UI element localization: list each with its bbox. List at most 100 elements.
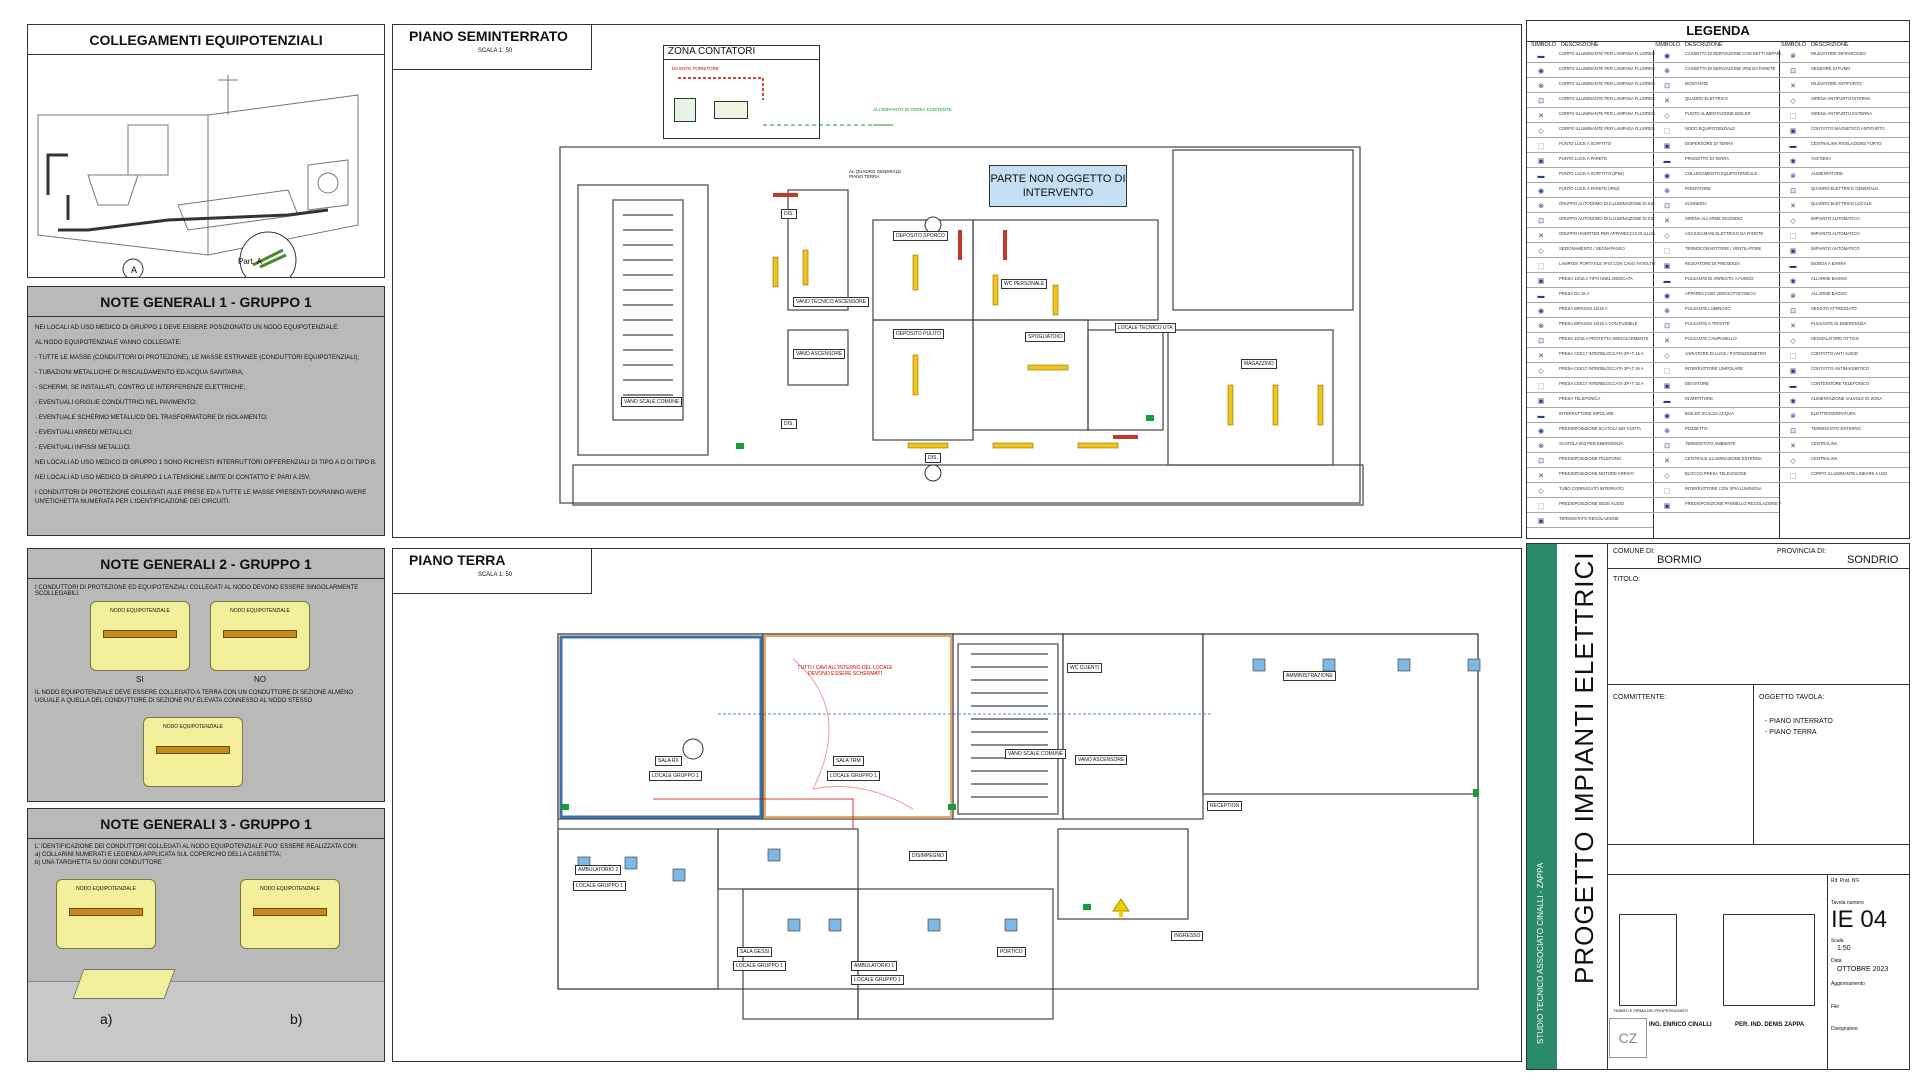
legend-row: ▣ PRESA 10/16 A TIPO UNEL DEDICATA [1527, 275, 1653, 288]
room-label: WC PERSONALE [1001, 279, 1048, 289]
note3-text: L' IDENTIFICAZIONE DEI CONDUTTORI COLLEG… [35, 843, 378, 867]
legend-symbol-icon: ✕ [1790, 83, 1796, 90]
legend-symbol-icon: ◇ [1538, 128, 1544, 135]
disegnatore-label: Disegnatore [1831, 1026, 1858, 1032]
legend-row: ▬ PROGETTO DI TERRA [1653, 155, 1779, 168]
legend-description: IMPIANTO AUTOMATICO [1811, 216, 1860, 221]
legend-row: ⊗ PULSANTE LUMINOSO [1653, 305, 1779, 318]
legend-symbol-icon: ▣ [1663, 263, 1671, 270]
legend-row: ◇ CENTRALINA [1779, 455, 1909, 468]
legend-symbol-icon: ⬚ [1663, 128, 1671, 135]
legend-description: PRESA DA 16 A [1559, 291, 1590, 296]
legend-row: ◇ TUBO CORRUGATO INTERRATO [1527, 485, 1653, 498]
legend-description: CASSETTA DI DERIVAZIONE CON SETTI SEPARA… [1685, 51, 1781, 56]
legend-row: ◉ COLLEGAMENTO EQUIPOTENZIALE [1653, 170, 1779, 183]
legend-symbol-icon: ⊗ [1790, 413, 1796, 420]
legend-symbol-icon: ◉ [1789, 278, 1797, 285]
legend-col-description: DESCRIZIONE [1811, 42, 1849, 48]
legend-description: INTERRUTTORE BIPOLARE [1559, 411, 1614, 416]
ground-plan-panel: PIANO TERRA SCALA 1: 50 TUTTI I CAVI ALL… [392, 548, 1522, 1062]
legend-symbol-icon: ▣ [1789, 368, 1797, 375]
legend-description: IMPIANTO AUTOMATICO [1811, 246, 1860, 251]
legend-description: TERMOSTATO AMBIENTE [1685, 441, 1736, 446]
notes-3-panel: NOTE GENERALI 3 - GRUPPO 1 L' IDENTIFICA… [27, 808, 385, 1062]
to-main-panel-label: AL QUADRO GENERALE PIANO TERRA [849, 169, 902, 179]
legend-row: ⊗ ELETTROSERRATURA [1779, 410, 1909, 423]
titolo-label: TITOLO: [1613, 576, 1641, 583]
node-label: NODO EQUIPOTENZIALE [110, 608, 170, 614]
legend-row: ◇ BLOCCO PRESA TELEVISIONE [1653, 470, 1779, 483]
legend-description: SUONERIA [1685, 201, 1707, 206]
legend-row: ⊗ CORPO ILLUMINANTE PER LAMPADA FLUORESCE… [1527, 80, 1655, 93]
room-label: SALA RX [655, 756, 682, 766]
legend-row: ◇ PRESA CEE17 INTERBLOCCATA 3P+T 16 A [1527, 365, 1653, 378]
legend-column-1: ▬ CORPO ILLUMINANTE PER LAMPADA FLUORESCE… [1527, 50, 1655, 538]
legend-symbol-icon: ◇ [1664, 233, 1670, 240]
legend-row: ⬚ CORPO ILLUMINANTE LINEARE A LED [1779, 470, 1909, 483]
legend-symbol-icon: ⬚ [1663, 488, 1671, 495]
legend-symbol-icon: ◉ [1663, 293, 1671, 300]
legend-row: ⬚ NODO EQUIPOTENZIALE [1653, 125, 1779, 138]
legend-row: ▬ CONTENITORE TELEFONICO [1779, 380, 1909, 393]
legend-col-description: DESCRIZIONE [1685, 42, 1723, 48]
legend-symbol-icon: ▬ [1537, 412, 1545, 420]
legend-description: CORPO ILLUMINANTE PER LAMPADA FLUORESCEN… [1559, 111, 1655, 116]
legend-description: CENTRALINA RIVELAZIONE FURTO [1811, 141, 1882, 146]
legend-row: ◇ CORPO ILLUMINANTE PER LAMPADA FLUORESCE… [1527, 125, 1655, 138]
legend-description: SENSORE DI FUMO [1811, 66, 1851, 71]
legend-symbol-icon: ✕ [1538, 353, 1544, 360]
legend-symbol-icon: ▣ [1537, 158, 1545, 165]
legend-row: ▣ RILEVATORE DI PRESENZA [1653, 260, 1779, 273]
legend-description: PULSANTE DI ARRESTO A FUNGO [1685, 276, 1754, 281]
studio-stripe: STUDIO TECNICO ASSOCIATO CINALLI - ZAPPA [1527, 544, 1557, 1069]
legend-symbol-icon: ▣ [1789, 248, 1797, 255]
legend-panel: LEGENDA SIMBOLO DESCRIZIONE SIMBOLO DESC… [1526, 20, 1910, 539]
legend-row: ▣ TERMOSTATO REGOLAZIONE [1527, 515, 1653, 528]
equipotential-title: COLLEGAMENTI EQUIPOTENZIALI [28, 25, 384, 55]
legend-symbol-icon: ⊗ [1664, 68, 1670, 75]
legend-row: ✕ PRESA CEE17 INTERBLOCCATA 2P+T 16 A [1527, 350, 1653, 363]
legend-description: CENTRALE ILLUMINAZIONE ESTERNA [1685, 456, 1762, 461]
room-label: LOCALE GRUPPO 1 [851, 975, 904, 985]
legend-description: PREDISPOSIZIONE PANNELLO REGOLAZIONE AUD… [1685, 501, 1781, 506]
project-title-strip: PROGETTO IMPIANTI ELETTRICI [1557, 544, 1608, 1069]
label-plate [72, 969, 176, 999]
node-no: NODO EQUIPOTENZIALE [210, 601, 310, 671]
legend-description: CASSETTA DI DERIVAZIONE IP55 DA PARETE [1685, 66, 1776, 71]
legend-symbol-icon: ⊗ [1664, 188, 1670, 195]
oggetto-label: OGGETTO TAVOLA: [1759, 694, 1825, 701]
legend-symbol-icon: ▬ [1537, 52, 1545, 60]
legend-description: GRUPPO AUTONOMO DI ILLUMINAZIONE DI SICU… [1559, 201, 1655, 206]
notes-2-panel: NOTE GENERALI 2 - GRUPPO 1 I CONDUTTORI … [27, 548, 385, 802]
legend-description: INTERRUTTORE UNIPOLARE [1685, 366, 1744, 371]
note1-line: - EVENTUALI GRIGLIE CONDUTTRICI NEL PAVI… [35, 399, 197, 406]
legend-row: ◇ SEGNALATORE OTTICO [1779, 335, 1909, 348]
legend-description: QUADRO ELETTRICO [1685, 96, 1729, 101]
legend-column-2: ◉ CASSETTA DI DERIVAZIONE CON SETTI SEPAR… [1653, 50, 1781, 538]
legend-description: PULSANTE CAMPANELLO [1685, 336, 1737, 341]
legend-symbol-icon: ⬚ [1537, 263, 1545, 270]
caption-b: b) [290, 1011, 303, 1027]
legend-row: ⊗ SCATOLA 503 PER EMERGENZA [1527, 440, 1653, 453]
legend-description: PUNTO ALIMENTAZIONE BOILER [1685, 111, 1751, 116]
legend-symbol-icon: ▣ [1789, 128, 1797, 135]
room-label: DIS. [781, 209, 797, 219]
legend-row: ⊡ PREDISPOSIZIONE TELEFONO [1527, 455, 1653, 468]
legend-row: ⊡ TERMOSTATO AMBIENTE [1653, 440, 1779, 453]
project-title: PROGETTO IMPIANTI ELETTRICI [1569, 551, 1599, 984]
legend-symbol-icon: ◉ [1537, 188, 1545, 195]
note1-line: - EVENTUALI ARREDI METALLICI; [35, 429, 133, 436]
legend-row: ⬚ INTERRUTTORE UNIPOLARE [1653, 365, 1779, 378]
legend-row: ▣ PUNTO LUCE A PARETE [1527, 155, 1653, 168]
legend-row: ▬ INVERTITORE [1653, 395, 1779, 408]
legend-symbol-icon: ◉ [1537, 428, 1545, 435]
legend-description: PUNTO LUCE A PARETE (IP54) [1559, 186, 1620, 191]
legend-description: PRESA BIPASSO 10/16 A [1559, 306, 1608, 311]
equipotential-panel: COLLEGAMENTI EQUIPOTENZIALI A Part. A [27, 24, 385, 278]
legend-symbol-icon: ◇ [1790, 458, 1796, 465]
legend-description: PREDISPOSIZIONE MOTORE ARRIVO [1559, 471, 1634, 476]
legend-symbol-icon: ⊡ [1790, 308, 1796, 315]
legend-symbol-icon: ▣ [1663, 383, 1671, 390]
legend-description: QUADRO ELETTRICO GENERALE [1811, 186, 1879, 191]
legend-symbol-icon: ◇ [1664, 113, 1670, 120]
